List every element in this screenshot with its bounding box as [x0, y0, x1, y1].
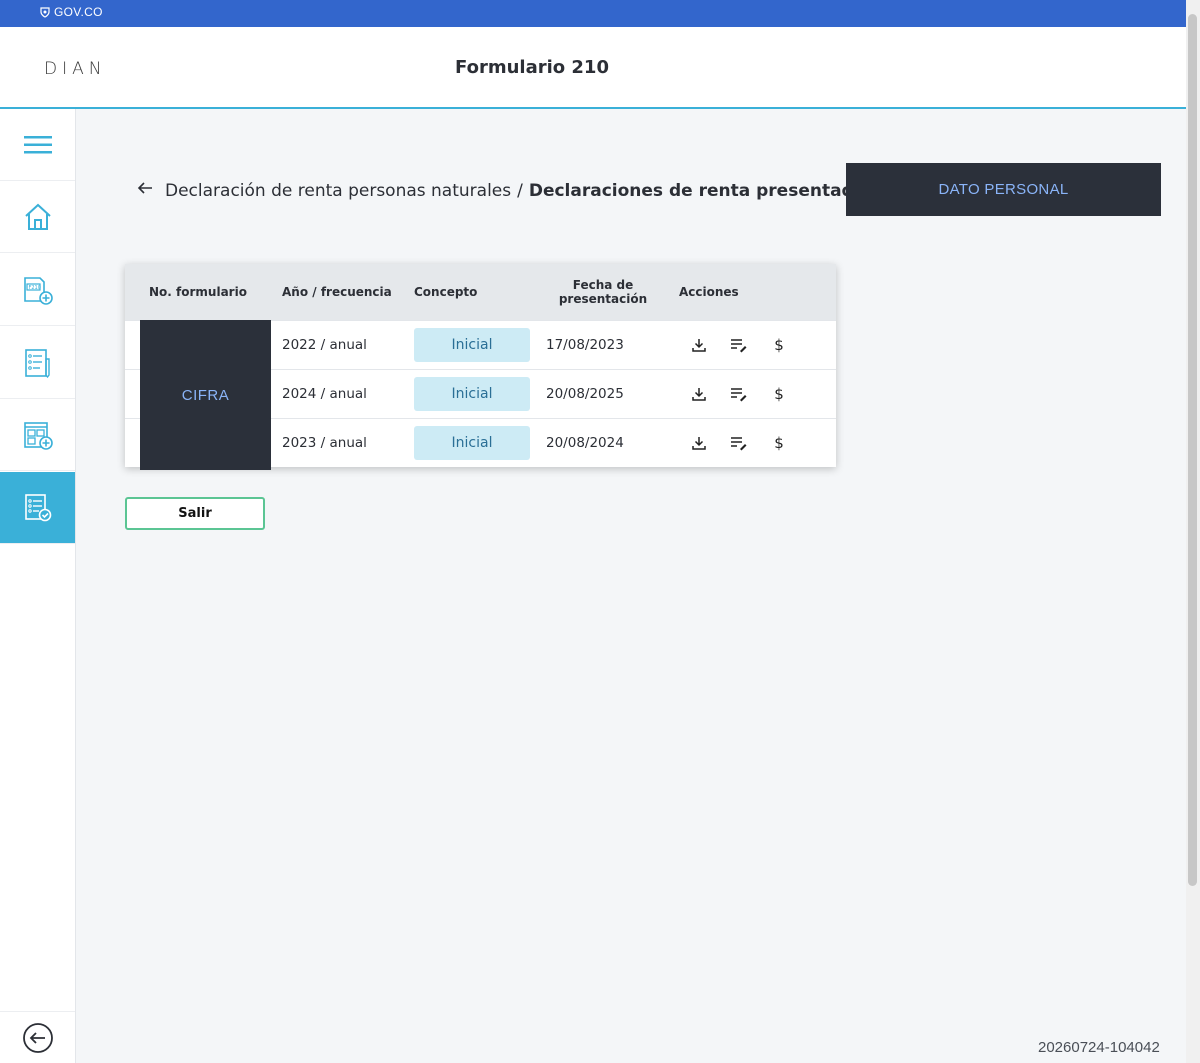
download-icon[interactable]	[689, 384, 709, 404]
sidebar-back-button[interactable]	[0, 1011, 75, 1063]
salir-button[interactable]: Salir	[125, 497, 265, 530]
breadcrumb: Declaración de renta personas naturales …	[137, 180, 875, 201]
cell-fecha: 17/08/2023	[546, 337, 624, 353]
sidebar-item-grid-add[interactable]	[0, 399, 75, 471]
sidebar-item-menu[interactable]	[0, 109, 75, 181]
hamburger-menu-icon	[23, 135, 52, 153]
timestamp: 20260724-104042	[1038, 1039, 1160, 1056]
download-icon[interactable]	[689, 335, 709, 355]
cell-anio: 2023 / anual	[282, 435, 367, 451]
concepto-badge: Inicial	[414, 377, 530, 411]
header-fecha-line2: presentación	[558, 292, 648, 306]
dollar-icon[interactable]: $	[769, 433, 789, 453]
grid-add-icon	[23, 421, 53, 450]
page-title: Formulario 210	[455, 57, 609, 78]
back-circle-icon	[22, 1022, 53, 1053]
header-numero: No. formulario	[149, 285, 247, 299]
vertical-scrollbar[interactable]	[1186, 0, 1200, 1063]
header-fecha-line1: Fecha de	[572, 278, 634, 292]
header-anio: Año / frecuencia	[282, 285, 392, 299]
gov-bar: GOV.CO	[0, 0, 1186, 27]
table-header: No. formulario Año / frecuencia Concepto…	[125, 264, 836, 320]
edit-list-icon[interactable]	[729, 384, 749, 404]
sidebar-item-new-form[interactable]: F210	[0, 254, 75, 326]
arrow-left-icon[interactable]	[137, 180, 153, 201]
gov-shield-icon	[40, 6, 50, 18]
form-check-icon	[24, 493, 51, 521]
svg-text:F210: F210	[28, 285, 40, 291]
cell-anio: 2024 / anual	[282, 386, 367, 402]
download-icon[interactable]	[689, 433, 709, 453]
home-icon	[24, 203, 51, 230]
cell-fecha: 20/08/2024	[546, 435, 624, 451]
redacted-form-numbers: CIFRA	[140, 320, 271, 470]
form-210-add-icon: F210	[23, 276, 53, 305]
concepto-badge: Inicial	[414, 426, 530, 460]
gov-co-label: GOV.CO	[54, 5, 103, 19]
edit-list-icon[interactable]	[729, 433, 749, 453]
sidebar: F210	[0, 109, 76, 1063]
header-concepto: Concepto	[414, 285, 478, 299]
app-header: DIAN Formulario 210	[0, 27, 1186, 109]
cell-fecha: 20/08/2025	[546, 386, 624, 402]
header-fecha: Fecha de presentación	[543, 264, 663, 320]
concepto-badge: Inicial	[414, 328, 530, 362]
sidebar-item-home[interactable]	[0, 181, 75, 253]
gov-co-link[interactable]: GOV.CO	[40, 5, 103, 19]
breadcrumb-separator: /	[517, 180, 523, 201]
redacted-personal-data: DATO PERSONAL	[846, 163, 1161, 216]
breadcrumb-current: Declaraciones de renta presentadas	[528, 180, 876, 201]
cell-anio: 2022 / anual	[282, 337, 367, 353]
scrollbar-thumb[interactable]	[1188, 14, 1197, 886]
header-acciones: Acciones	[679, 285, 739, 299]
edit-list-icon[interactable]	[729, 335, 749, 355]
dollar-icon[interactable]: $	[769, 335, 789, 355]
sidebar-item-presented[interactable]	[0, 472, 75, 544]
breadcrumb-parent[interactable]: Declaración de renta personas naturales	[165, 181, 511, 201]
form-list-edit-icon	[24, 348, 50, 378]
dollar-icon[interactable]: $	[769, 384, 789, 404]
sidebar-item-form-list[interactable]	[0, 327, 75, 399]
